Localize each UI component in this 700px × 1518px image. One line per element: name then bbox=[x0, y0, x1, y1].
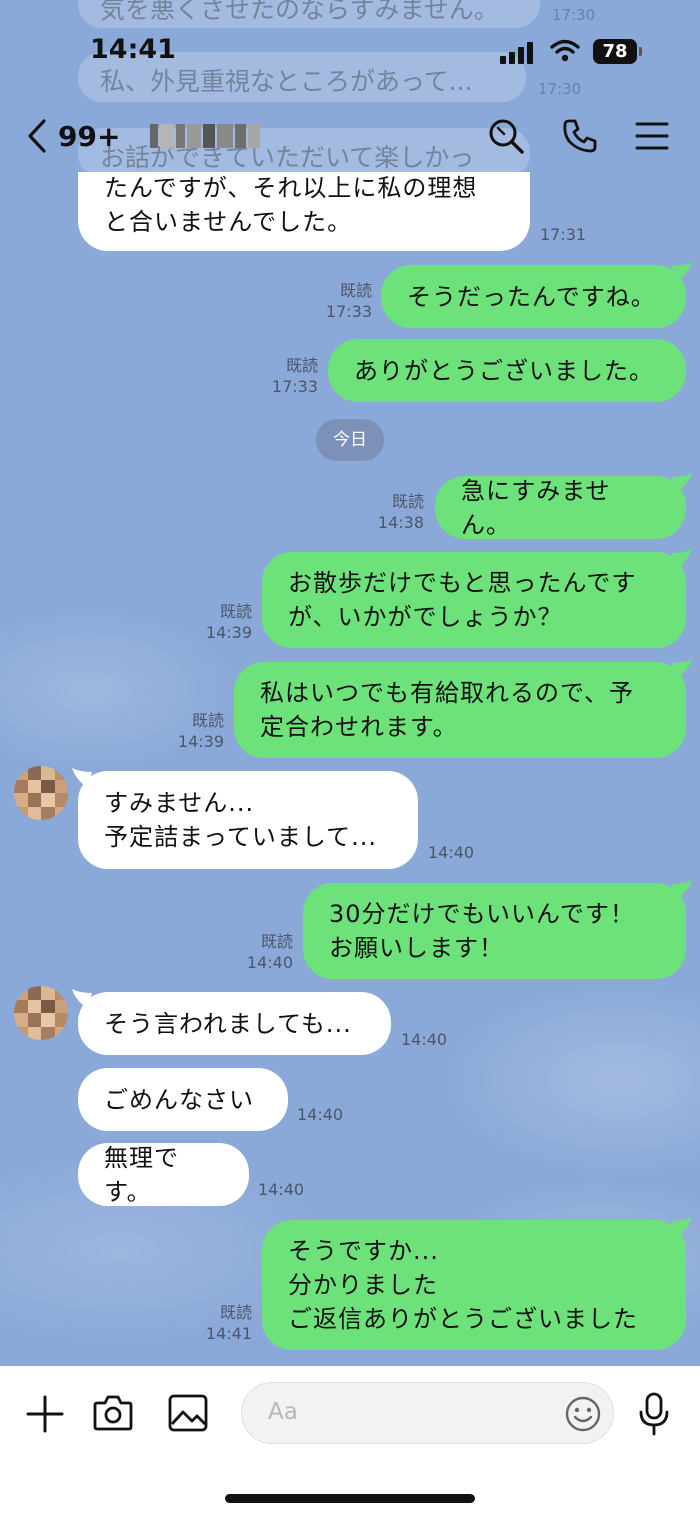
message-time: 14:39 bbox=[205, 623, 252, 642]
message-bubble-received[interactable]: すみません... 予定詰まっていまして... bbox=[78, 771, 418, 869]
home-indicator bbox=[225, 1494, 475, 1503]
bubble-tail bbox=[672, 659, 692, 679]
contact-name-redacted[interactable] bbox=[150, 124, 260, 148]
phone-icon[interactable] bbox=[560, 116, 600, 156]
message-read-status: 既読 14:40 bbox=[243, 931, 293, 973]
read-label: 既読 bbox=[260, 932, 293, 951]
read-label: 既読 bbox=[191, 711, 224, 730]
message-read-status: 既読 14:41 bbox=[202, 1302, 252, 1344]
message-time: 17:33 bbox=[271, 377, 318, 396]
chat-header: 99+ bbox=[0, 100, 700, 172]
contact-avatar[interactable] bbox=[14, 766, 68, 820]
message-time: 14:39 bbox=[177, 732, 224, 751]
message-time: 14:40 bbox=[258, 1180, 305, 1199]
read-label: 既読 bbox=[391, 492, 424, 511]
message-bubble-sent[interactable]: ありがとうございました。 bbox=[328, 339, 686, 402]
plus-icon[interactable] bbox=[26, 1395, 64, 1433]
message-bubble-sent[interactable]: お散歩だけでもと思ったんです が、いかがでしょうか？ bbox=[262, 552, 686, 648]
message-bubble-sent[interactable]: 急にすみません。 bbox=[435, 476, 686, 539]
emoji-icon[interactable] bbox=[564, 1395, 602, 1433]
message-input[interactable]: Aa bbox=[241, 1382, 614, 1444]
message-time: 14:38 bbox=[377, 513, 424, 532]
bubble-tail bbox=[672, 473, 692, 493]
search-icon[interactable] bbox=[486, 116, 526, 156]
message-bubble-received[interactable]: 無理です。 bbox=[78, 1143, 249, 1206]
battery-indicator: 78 bbox=[593, 39, 637, 64]
message-time: 14:40 bbox=[297, 1105, 344, 1124]
mic-icon[interactable] bbox=[638, 1392, 670, 1436]
chevron-left-icon[interactable] bbox=[24, 118, 52, 154]
read-label: 既読 bbox=[339, 281, 372, 300]
message-read-status: 既読 14:39 bbox=[202, 601, 252, 643]
message-input-bar: Aa bbox=[0, 1366, 700, 1518]
message-time: 14:41 bbox=[205, 1324, 252, 1343]
message-read-status: 既読 17:33 bbox=[268, 355, 318, 397]
bubble-tail bbox=[672, 549, 692, 569]
message-input-placeholder: Aa bbox=[268, 1399, 298, 1425]
message-bubble-sent[interactable]: そうだったんですね。 bbox=[381, 265, 686, 328]
read-label: 既読 bbox=[219, 1303, 252, 1322]
bubble-tail bbox=[672, 262, 692, 282]
read-label: 既読 bbox=[285, 356, 318, 375]
bubble-tail bbox=[672, 880, 692, 900]
bubble-tail bbox=[672, 1217, 692, 1237]
status-time: 14:41 bbox=[90, 34, 176, 65]
read-label: 既読 bbox=[219, 602, 252, 621]
camera-icon[interactable] bbox=[93, 1394, 133, 1432]
status-bar: 14:41 78 bbox=[0, 0, 700, 100]
message-read-status: 既読 14:38 bbox=[374, 491, 424, 533]
contact-avatar[interactable] bbox=[14, 986, 68, 1040]
message-read-status: 既読 14:39 bbox=[174, 710, 224, 752]
message-time: 14:40 bbox=[246, 953, 293, 972]
wifi-icon bbox=[550, 39, 580, 62]
menu-icon[interactable] bbox=[632, 116, 672, 156]
message-time: 14:40 bbox=[428, 843, 475, 862]
message-time: 17:33 bbox=[325, 302, 372, 321]
message-time: 17:31 bbox=[540, 225, 587, 244]
image-icon[interactable] bbox=[168, 1394, 208, 1432]
unread-count[interactable]: 99+ bbox=[58, 120, 120, 153]
battery-nub bbox=[639, 47, 642, 56]
message-bubble-received[interactable]: ごめんなさい bbox=[78, 1068, 288, 1131]
message-bubble-received[interactable]: たんですが、それ以上に私の理想 と合いませんでした。 bbox=[78, 172, 530, 251]
message-time: 14:40 bbox=[401, 1030, 448, 1049]
message-read-status: 既読 17:33 bbox=[322, 280, 372, 322]
message-bubble-received[interactable]: そう言われましても... bbox=[78, 992, 391, 1055]
message-bubble-sent[interactable]: そうですか... 分かりました ご返信ありがとうございました bbox=[262, 1220, 686, 1350]
signal-icon bbox=[500, 40, 536, 64]
message-bubble-sent[interactable]: 私はいつでも有給取れるので、予 定合わせれます。 bbox=[234, 662, 686, 758]
message-bubble-sent[interactable]: 30分だけでもいいんです！ お願いします！ bbox=[303, 883, 686, 979]
day-separator: 今日 bbox=[316, 419, 384, 461]
